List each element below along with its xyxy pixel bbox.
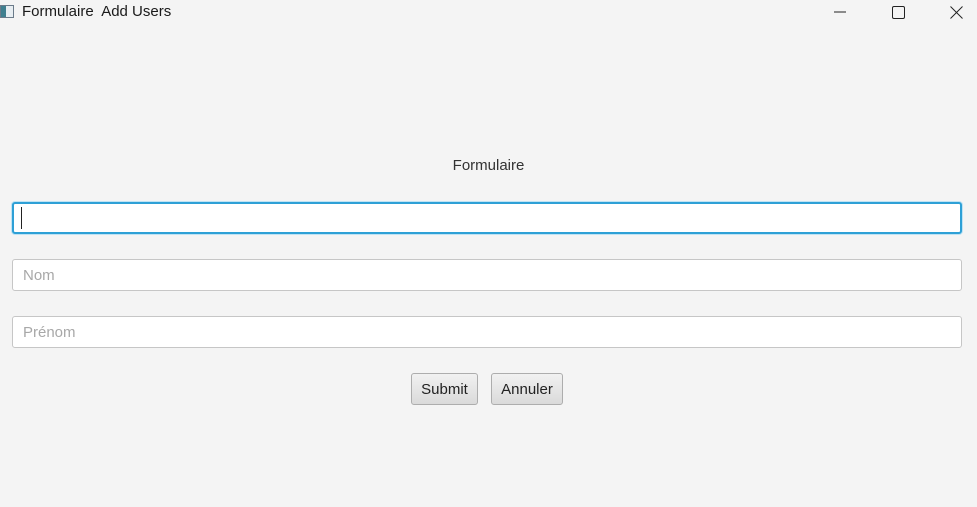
close-icon (949, 5, 963, 19)
form-title: Formulaire (452, 157, 525, 174)
prenom-field[interactable] (12, 316, 962, 348)
first-text-field[interactable] (12, 202, 962, 234)
maximize-button[interactable] (870, 0, 926, 24)
close-button[interactable] (928, 0, 977, 24)
title-bar[interactable]: Formulaire Add Users (0, 0, 977, 28)
text-cursor (21, 207, 22, 229)
window-title: Formulaire Add Users (22, 3, 172, 20)
minimize-button[interactable] (812, 0, 868, 24)
nom-field[interactable] (12, 259, 962, 291)
cancel-button[interactable]: Annuler (491, 373, 563, 405)
minimize-icon (834, 6, 846, 18)
app-window-icon (0, 5, 14, 18)
submit-button[interactable]: Submit (411, 373, 478, 405)
maximize-icon (891, 5, 905, 19)
